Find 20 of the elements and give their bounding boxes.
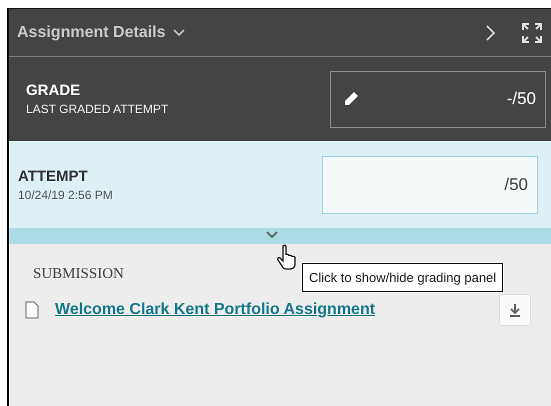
download-icon xyxy=(509,303,521,317)
attempt-grade-field[interactable]: /50 xyxy=(322,156,538,214)
download-button[interactable] xyxy=(499,294,531,326)
dropdown-caret-icon[interactable] xyxy=(173,28,186,36)
document-icon xyxy=(25,301,39,319)
attempt-label: ATTEMPT xyxy=(18,168,89,184)
attempt-date: 10/24/19 2:56 PM xyxy=(18,188,114,202)
grade-score: -/50 xyxy=(506,89,536,109)
file-link[interactable]: Welcome Clark Kent Portfolio Assignment xyxy=(55,301,376,319)
toggle-caret-icon[interactable] xyxy=(266,231,278,239)
panel-title: Assignment Details xyxy=(17,24,166,42)
chevron-right-icon[interactable] xyxy=(485,24,495,40)
hand-cursor-icon xyxy=(276,244,298,270)
expand-icon[interactable] xyxy=(521,22,543,44)
pencil-icon xyxy=(343,91,359,107)
grade-sublabel: LAST GRADED ATTEMPT xyxy=(26,102,170,116)
grade-label: GRADE xyxy=(26,82,82,99)
tooltip: Click to show/hide grading panel xyxy=(302,263,504,292)
submission-heading: SUBMISSION xyxy=(33,266,124,283)
grade-box[interactable]: -/50 xyxy=(330,70,546,128)
